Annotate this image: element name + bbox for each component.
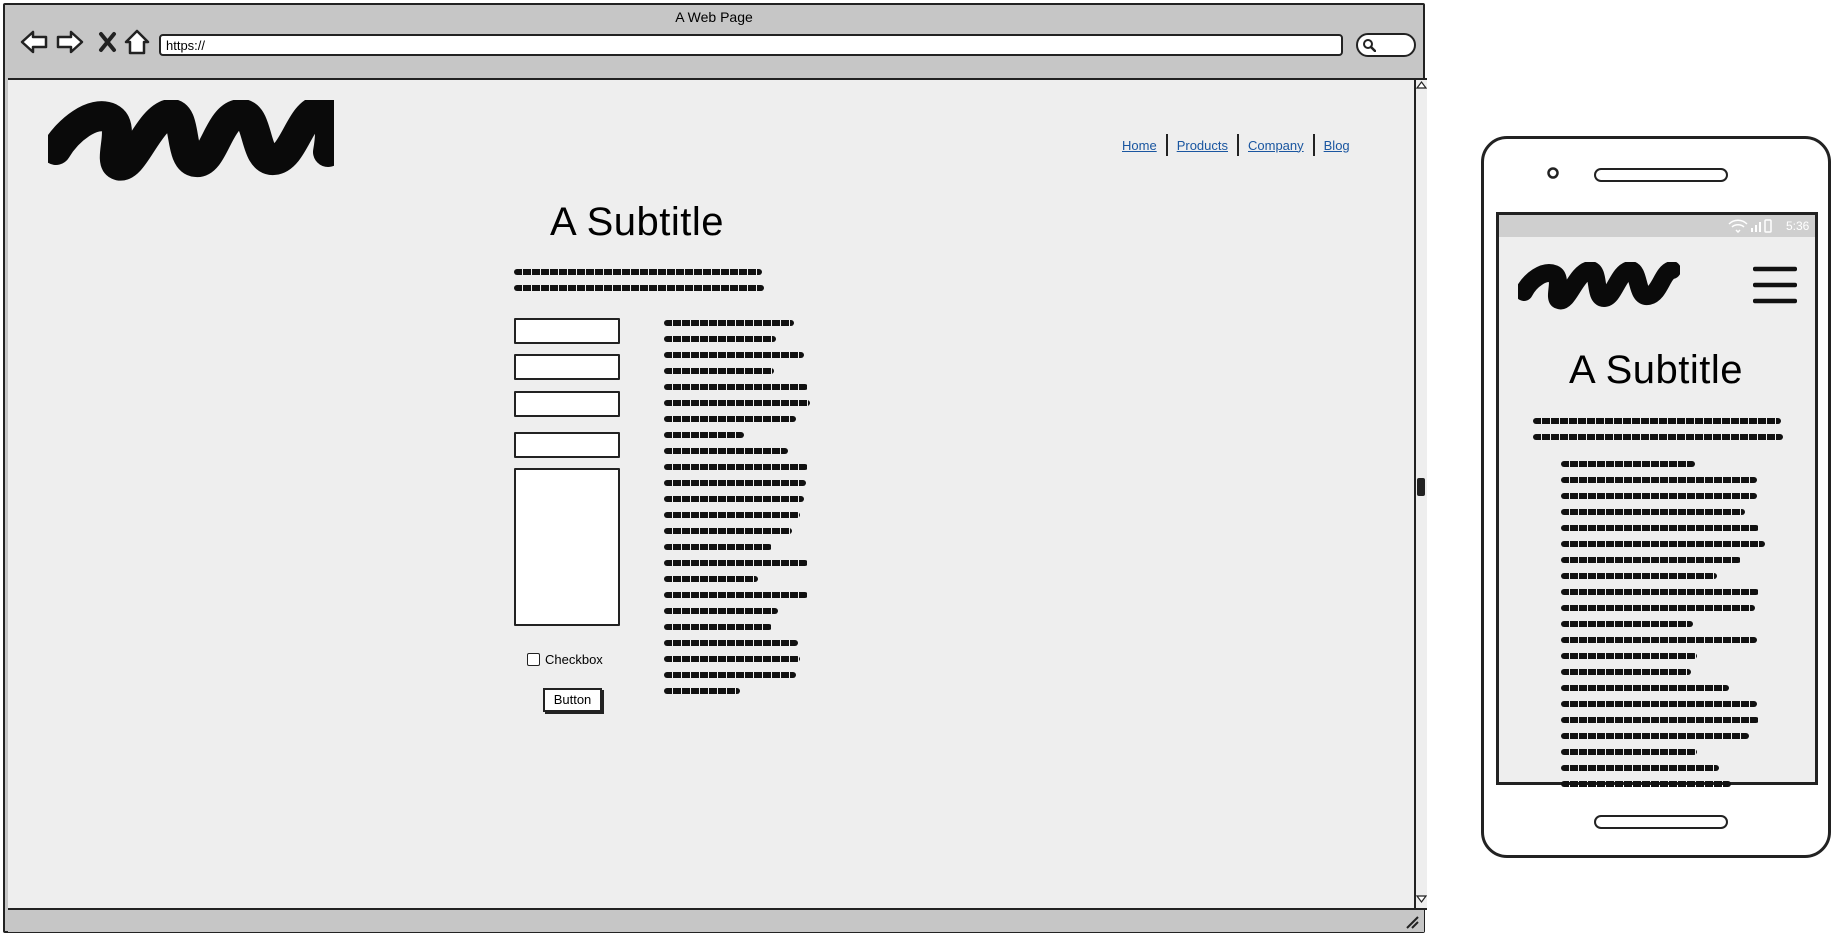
placeholder-text-line — [664, 352, 804, 358]
camera-icon — [1547, 167, 1559, 179]
back-icon[interactable] — [19, 28, 49, 56]
placeholder-text-line — [1561, 685, 1729, 691]
placeholder-text-line — [1561, 701, 1757, 707]
textarea-field[interactable] — [514, 468, 620, 626]
placeholder-text-line — [1561, 605, 1755, 611]
hamburger-icon[interactable] — [1753, 264, 1797, 306]
placeholder-text-line — [1561, 637, 1757, 643]
placeholder-text-line — [1561, 541, 1765, 547]
scroll-up-icon[interactable] — [1416, 80, 1427, 90]
top-nav: Home Products Company Blog — [1122, 134, 1350, 156]
phone-logo-scribble — [1518, 262, 1680, 310]
placeholder-text-line — [664, 560, 808, 566]
phone-subtitle: A Subtitle — [1569, 348, 1744, 392]
phone-placeholder-paragraph — [1561, 461, 1771, 797]
placeholder-text-line — [664, 672, 796, 678]
nav-link-blog[interactable]: Blog — [1324, 138, 1350, 153]
placeholder-paragraph — [664, 320, 810, 704]
nav-divider — [1237, 134, 1239, 156]
checkbox-label: Checkbox — [545, 652, 603, 667]
placeholder-text-line — [1561, 653, 1697, 659]
close-icon[interactable] — [97, 30, 119, 54]
nav-divider — [1165, 134, 1168, 156]
text-field-2[interactable] — [514, 354, 620, 380]
placeholder-text-line — [664, 608, 778, 614]
placeholder-text-line — [664, 656, 800, 662]
checkbox[interactable] — [527, 653, 540, 666]
phone-status-time: 5:36 — [1786, 219, 1810, 233]
text-field-3[interactable] — [514, 391, 620, 417]
status-bar — [8, 910, 1424, 932]
placeholder-text-line — [1561, 557, 1741, 563]
placeholder-text-line — [664, 688, 740, 694]
phone-home-bar[interactable] — [1594, 815, 1728, 829]
placeholder-text — [1533, 418, 1781, 424]
placeholder-text-line — [664, 464, 808, 470]
placeholder-text-line — [664, 416, 796, 422]
nav-link-products[interactable]: Products — [1177, 138, 1228, 153]
nav-divider — [1312, 134, 1315, 156]
placeholder-text-line — [664, 592, 808, 598]
placeholder-text-line — [1561, 669, 1691, 675]
placeholder-text-line — [664, 496, 804, 502]
window-title: A Web Page — [675, 9, 753, 25]
logo-scribble — [48, 100, 334, 181]
scroll-thumb[interactable] — [1417, 478, 1425, 496]
submit-button[interactable]: Button — [543, 688, 602, 712]
placeholder-text-line — [1561, 477, 1757, 483]
placeholder-text-line — [1561, 765, 1719, 771]
placeholder-text-line — [1561, 589, 1759, 595]
search-icon — [1363, 39, 1376, 52]
placeholder-text-line — [1561, 621, 1693, 627]
placeholder-text-line — [664, 512, 800, 518]
placeholder-text-line — [1561, 717, 1759, 723]
placeholder-text — [1533, 434, 1783, 440]
placeholder-text-line — [664, 640, 798, 646]
placeholder-text-line — [664, 528, 792, 534]
text-field-4[interactable] — [514, 432, 620, 458]
forward-icon[interactable] — [55, 28, 85, 56]
placeholder-text-line — [664, 320, 794, 326]
placeholder-text-line — [664, 384, 808, 390]
nav-link-company[interactable]: Company — [1248, 138, 1304, 153]
placeholder-text-line — [664, 544, 772, 550]
placeholder-text-line — [664, 336, 776, 342]
placeholder-text-line — [664, 448, 788, 454]
vertical-scrollbar[interactable] — [1414, 78, 1427, 910]
placeholder-text-line — [664, 368, 774, 374]
placeholder-text-line — [1561, 461, 1695, 467]
placeholder-text-line — [664, 624, 772, 630]
placeholder-text-line — [1561, 573, 1717, 579]
placeholder-text-line — [664, 576, 758, 582]
placeholder-text-line — [664, 432, 744, 438]
placeholder-text-line — [1561, 525, 1759, 531]
placeholder-text-line — [1561, 493, 1757, 499]
scroll-down-icon[interactable] — [1416, 894, 1427, 904]
phone-status-bar: 5:36 — [1499, 215, 1815, 237]
resize-grip-icon[interactable] — [1404, 915, 1420, 929]
nav-link-home[interactable]: Home — [1122, 138, 1157, 153]
url-input[interactable]: https:// — [159, 34, 1343, 56]
placeholder-text — [514, 269, 762, 275]
placeholder-text-line — [1561, 781, 1731, 787]
signal-icons — [1728, 219, 1772, 233]
page-subtitle: A Subtitle — [550, 200, 725, 244]
placeholder-text-line — [664, 400, 810, 406]
home-icon[interactable] — [123, 28, 151, 56]
placeholder-text-line — [1561, 509, 1745, 515]
placeholder-text-line — [664, 480, 806, 486]
placeholder-text-line — [1561, 749, 1697, 755]
phone-speaker — [1594, 168, 1728, 182]
text-field-1[interactable] — [514, 318, 620, 344]
browser-search-button[interactable] — [1356, 33, 1416, 57]
placeholder-text — [514, 285, 764, 291]
placeholder-text-line — [1561, 733, 1749, 739]
